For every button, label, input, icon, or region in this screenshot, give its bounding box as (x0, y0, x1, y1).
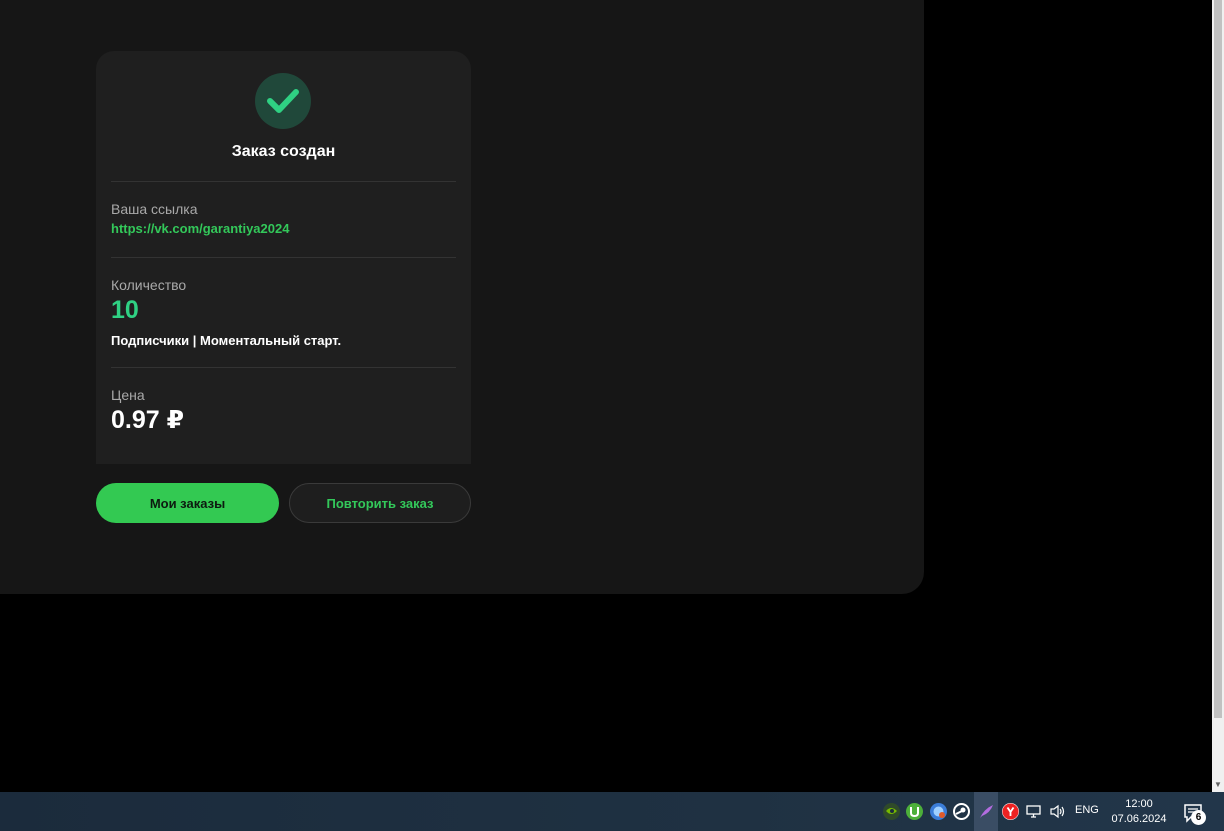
quantity-label: Количество (111, 277, 187, 293)
steam-icon[interactable] (953, 803, 970, 820)
content-panel: Заказ создан Ваша ссылка https://vk.com/… (0, 0, 924, 594)
price-label: Цена (111, 387, 145, 403)
browser-update-icon[interactable] (930, 803, 947, 820)
yandex-browser-icon[interactable] (1002, 803, 1019, 820)
network-icon[interactable] (1025, 803, 1042, 820)
notification-count-badge: 6 (1191, 810, 1206, 825)
scroll-down-arrow-icon[interactable]: ▼ (1212, 778, 1224, 792)
browser-viewport: Заказ создан Ваша ссылка https://vk.com/… (0, 0, 1212, 792)
divider (111, 181, 456, 182)
success-check-icon (255, 73, 311, 129)
order-receipt-card: Заказ создан Ваша ссылка https://vk.com/… (96, 51, 471, 468)
divider (111, 367, 456, 368)
scrollbar-thumb[interactable] (1214, 0, 1222, 718)
language-indicator[interactable]: ENG (1075, 804, 1099, 816)
page-scrollbar[interactable]: ▼ (1212, 0, 1224, 792)
service-name: Подписчики | Моментальный старт. (111, 333, 342, 348)
order-link[interactable]: https://vk.com/garantiya2024 (111, 221, 289, 236)
feather-icon[interactable] (978, 803, 995, 820)
repeat-order-button[interactable]: Повторить заказ (289, 483, 471, 523)
link-label: Ваша ссылка (111, 201, 198, 217)
clock-date: 07.06.2024 (1111, 813, 1167, 825)
utorrent-icon[interactable] (906, 803, 923, 820)
quantity-value: 10 (111, 296, 139, 324)
my-orders-button[interactable]: Мои заказы (96, 483, 279, 523)
clock-time: 12:00 (1125, 798, 1153, 810)
divider (111, 257, 456, 258)
taskbar-clock[interactable]: 12:00 07.06.2024 (1106, 797, 1172, 827)
price-value: 0.97 ₽ (111, 406, 184, 434)
nvidia-icon[interactable] (883, 803, 900, 820)
windows-taskbar: ENG 12:00 07.06.2024 6 (0, 792, 1224, 831)
volume-icon[interactable] (1049, 803, 1066, 820)
order-created-title: Заказ создан (231, 143, 336, 160)
